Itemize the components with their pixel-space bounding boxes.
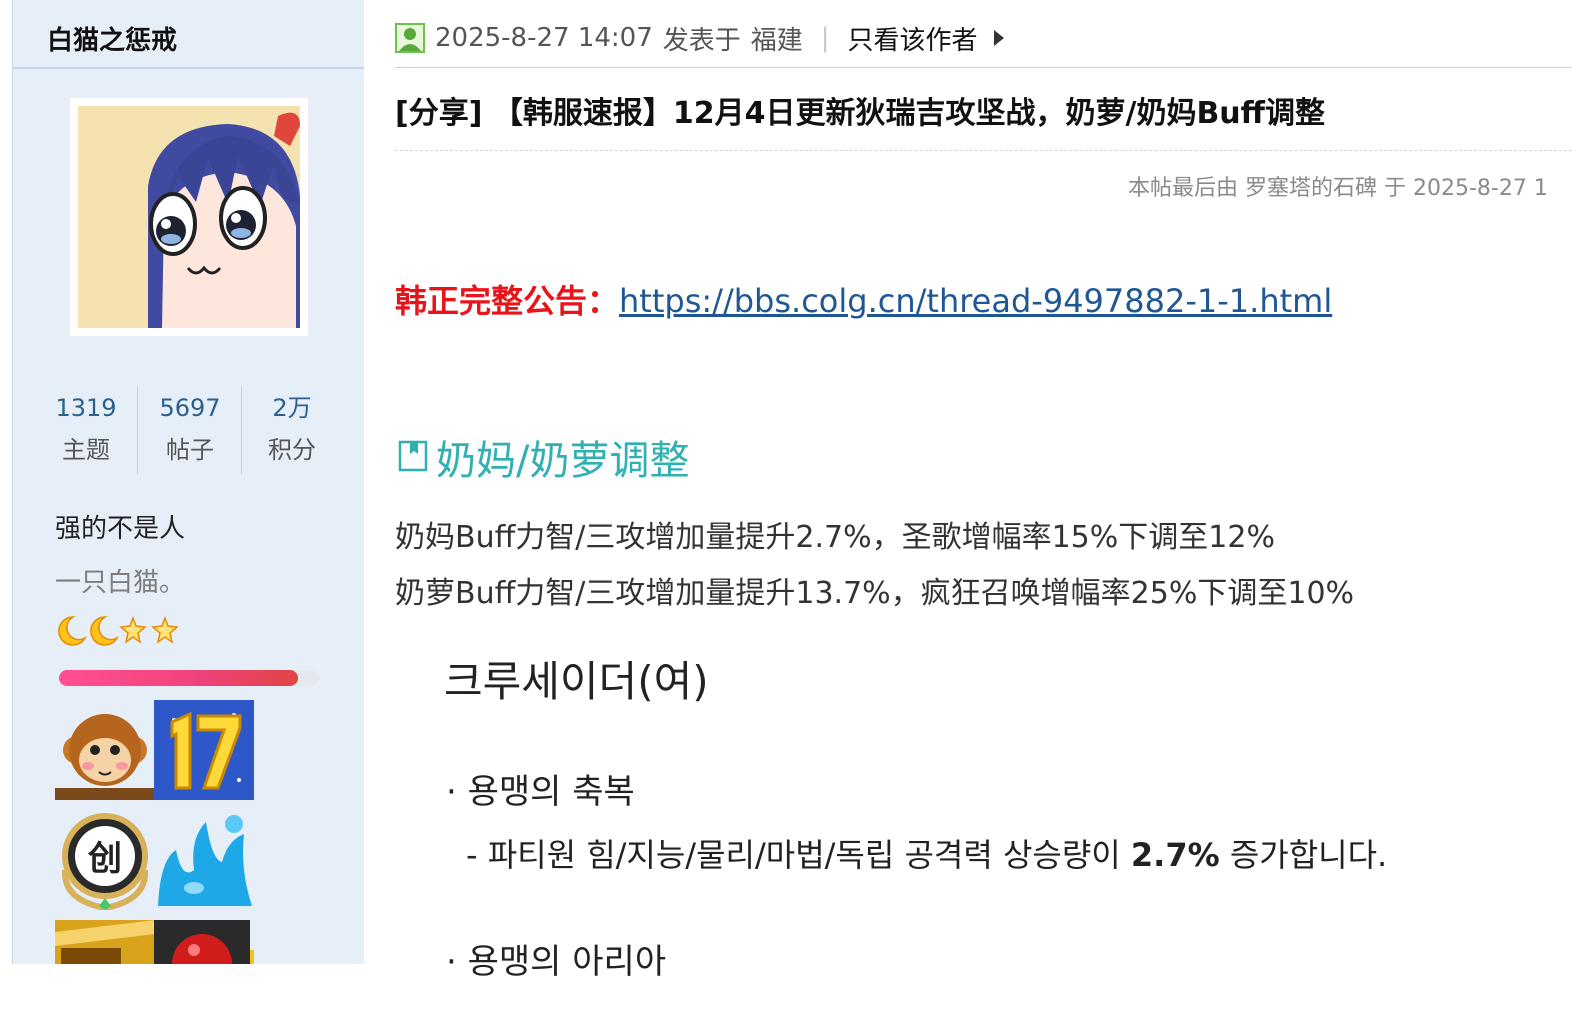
image-bullet-2: · 용맹의 아리아 (446, 942, 667, 982)
page-left-border (0, 0, 13, 964)
section-title: 奶妈/奶萝调整 (436, 438, 690, 484)
red-medal-icon[interactable] (154, 920, 270, 1020)
author-name[interactable]: 白猫之惩戒 (47, 20, 177, 57)
stat-posts-label: 帖子 (166, 436, 214, 464)
stat-points-label: 积分 (268, 436, 316, 464)
body-line-1: 奶妈Buff力智/三攻增加量提升2.7%，圣歌增幅率15%下调至12% (395, 520, 1275, 555)
stat-points-value[interactable]: 2万 (242, 388, 342, 428)
triangle-right-icon[interactable] (993, 30, 1004, 46)
stat-posts[interactable]: 5697 帖子 (140, 388, 240, 472)
stat-threads-label: 主题 (62, 436, 110, 464)
bookmark-icon (398, 440, 428, 472)
image-detail-value: 2.7% (1130, 836, 1220, 874)
title-divider (395, 150, 1572, 151)
rank-icons-strip (58, 615, 179, 646)
moon-icon (90, 616, 120, 646)
edit-note: 本帖最后由 罗塞塔的石碑 于 2025-8-27 1 (1128, 176, 1548, 201)
stat-threads[interactable]: 1319 主题 (36, 388, 136, 472)
image-bullet-1: · 용맹의 축복 (446, 772, 635, 812)
sidebar-divider (13, 67, 364, 69)
water-splash-medal-icon[interactable] (154, 810, 254, 910)
image-detail-prefix: - 파티원 힘/지능/물리/마법/독립 공격력 상승량이 (466, 836, 1131, 874)
section-heading: 奶妈/奶萝调整 (398, 428, 689, 486)
gold-medal-icon[interactable] (55, 920, 155, 1020)
author-sidebar: 白猫之惩戒 1319 主题 5697 帖子 2万 积分 强的不是人 一只白猫。 … (13, 0, 364, 994)
meta-separator: | (820, 23, 830, 53)
post-meta: 2025-8-27 14:07 发表于 福建 | 只看该作者 (395, 18, 1004, 58)
author-custom-title: 一只白猫。 (55, 568, 186, 598)
level-progress-bar (59, 670, 319, 686)
author-status: 强的不是人 (55, 514, 186, 544)
meta-divider (395, 67, 1572, 68)
chuang-medal-icon[interactable]: 创 (55, 810, 155, 912)
monkey-medal-icon[interactable] (55, 700, 155, 800)
image-detail-suffix: 증가합니다. (1219, 836, 1388, 874)
announcement: 韩正完整公告：https://bbs.colg.cn/thread-949788… (395, 276, 1332, 322)
moon-icon (58, 616, 88, 646)
announcement-link[interactable]: https://bbs.colg.cn/thread-9497882-1-1.h… (619, 282, 1332, 320)
star-icon (119, 615, 147, 644)
svg-text:创: 创 (87, 839, 122, 879)
avatar[interactable] (70, 98, 308, 336)
star-icon (151, 615, 179, 644)
stat-posts-value[interactable]: 5697 (140, 388, 240, 428)
only-author-link[interactable]: 只看该作者 (848, 20, 978, 57)
stat-points[interactable]: 2万 积分 (242, 388, 342, 472)
user-online-icon (395, 23, 425, 53)
posted-in-label: 发表于 (662, 25, 741, 56)
avatar-image (78, 106, 300, 328)
announcement-label: 韩正完整公告： (395, 282, 620, 320)
stat-divider (137, 386, 138, 474)
number-17-medal-icon[interactable] (154, 700, 254, 800)
level-progress-fill (59, 670, 299, 686)
image-heading: 크루세이더(여) (444, 657, 709, 706)
rank-icons (55, 614, 185, 648)
post-location: 福建 (750, 25, 803, 56)
post-datetime: 2025-8-27 14:07 (435, 23, 653, 53)
post-title: [分享] 【韩服速报】12月4日更新狄瑞吉攻坚战，奶萝/奶妈Buff调整 (395, 96, 1325, 131)
stat-threads-value[interactable]: 1319 (36, 388, 136, 428)
image-detail: - 파티원 힘/지능/물리/마법/독립 공격력 상승량이 2.7% 증가합니다. (466, 830, 1387, 876)
body-line-2: 奶萝Buff力智/三攻增加量提升13.7%，疯狂召唤增幅率25%下调至10% (395, 576, 1355, 611)
